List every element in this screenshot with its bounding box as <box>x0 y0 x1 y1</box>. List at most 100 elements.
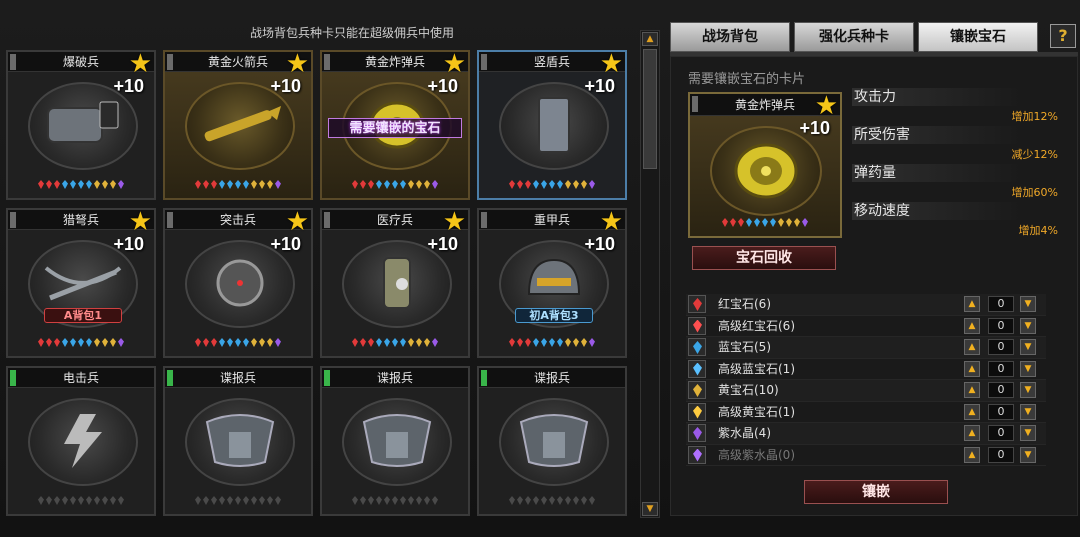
decrease-arrow-icon[interactable]: ▼ <box>1020 446 1036 463</box>
scroll-thumb[interactable] <box>643 49 657 169</box>
gem-slot-icon <box>54 338 60 347</box>
gem-slot-icon <box>352 496 358 505</box>
need-card-label: 需要镶嵌宝石的卡片 <box>688 72 806 87</box>
gem-quantity[interactable]: 0 <box>988 339 1014 355</box>
tab-inlay-gem[interactable]: 镶嵌宝石 <box>918 22 1038 52</box>
gem-row: 蓝宝石(5) ▲ 0 ▼ <box>686 337 1046 359</box>
decrease-arrow-icon[interactable]: ▼ <box>1020 425 1036 441</box>
soldier-card[interactable]: 突击兵 ★ +10 <box>163 208 313 358</box>
star-icon: ★ <box>285 207 309 237</box>
grid-scrollbar[interactable]: ▲ ▼ <box>640 30 660 518</box>
soldier-card[interactable]: 谍报兵 <box>163 366 313 516</box>
selected-card: 黄金炸弹兵 ★ +10 <box>688 92 842 238</box>
gem-icon <box>688 445 706 464</box>
gem-slot-icon <box>211 180 217 189</box>
gem-slot-icon <box>195 338 201 347</box>
lightning-icon <box>64 414 102 468</box>
gem-quantity[interactable]: 0 <box>988 446 1014 463</box>
gem-slot-icon <box>94 180 100 189</box>
soldier-card[interactable]: 医疗兵 ★ +10 <box>320 208 470 358</box>
scroll-down-arrow-icon[interactable]: ▼ <box>642 502 658 516</box>
gem-slot-icon <box>227 496 233 505</box>
decrease-arrow-icon[interactable]: ▼ <box>1020 403 1036 420</box>
soldier-card[interactable]: 谍报兵 <box>320 366 470 516</box>
gem-row: 高级红宝石(6) ▲ 0 ▼ <box>686 316 1046 337</box>
gem-slot-icon <box>78 338 84 347</box>
gem-slot-icon <box>211 496 217 505</box>
tab-battle-backpack[interactable]: 战场背包 <box>670 22 790 52</box>
gem-slot-icon <box>259 496 265 505</box>
gem-slots <box>165 180 311 192</box>
increase-arrow-icon[interactable]: ▲ <box>964 446 980 463</box>
soldier-card[interactable]: 爆破兵 ★ +10 <box>6 50 156 200</box>
gem-slot-icon <box>432 338 438 347</box>
gem-slot-icon <box>94 496 100 505</box>
stat-label: 弹药量 <box>852 164 1022 182</box>
lock-indicator <box>481 212 487 228</box>
gem-row: 高级蓝宝石(1) ▲ 0 ▼ <box>686 359 1046 380</box>
gem-slots <box>8 180 154 192</box>
gem-slot-icon <box>509 496 515 505</box>
gem-slot-icon <box>368 338 374 347</box>
gem-quantity[interactable]: 0 <box>988 360 1014 377</box>
gem-slot-icon <box>392 496 398 505</box>
soldier-card[interactable]: 黄金炸弹兵 ★ +10 需要镶嵌的宝石 <box>320 50 470 200</box>
increase-arrow-icon[interactable]: ▲ <box>964 382 980 398</box>
recycle-gem-button[interactable]: 宝石回收 <box>692 246 836 270</box>
stat-label: 移动速度 <box>852 202 1022 220</box>
gem-quantity[interactable]: 0 <box>988 317 1014 334</box>
decrease-arrow-icon[interactable]: ▼ <box>1020 382 1036 398</box>
gem-slot-icon <box>557 338 563 347</box>
soldier-card[interactable]: 猎弩兵 ★ +10 A背包1 <box>6 208 156 358</box>
gem-slot-icon <box>275 496 281 505</box>
decrease-arrow-icon[interactable]: ▼ <box>1020 339 1036 355</box>
lock-indicator <box>10 370 16 386</box>
gem-slot-icon <box>275 338 281 347</box>
scroll-up-arrow-icon[interactable]: ▲ <box>642 32 658 46</box>
gem-slot-icon <box>243 180 249 189</box>
star-icon: ★ <box>814 91 838 121</box>
increase-arrow-icon[interactable]: ▲ <box>964 360 980 377</box>
stat-row: 攻击力 增加12% <box>852 88 1072 126</box>
gem-slot-icon <box>738 218 744 227</box>
gem-slot-icon <box>203 496 209 505</box>
soldier-card[interactable]: 谍报兵 <box>477 366 627 516</box>
gem-icon <box>688 402 706 421</box>
gem-slot-icon <box>392 338 398 347</box>
gem-slot-icon <box>211 338 217 347</box>
gem-slot-icon <box>118 496 124 505</box>
star-icon: ★ <box>128 207 152 237</box>
gem-slot-icon <box>251 496 257 505</box>
gem-quantity[interactable]: 0 <box>988 403 1014 420</box>
decrease-arrow-icon[interactable]: ▼ <box>1020 317 1036 334</box>
gem-slots <box>322 180 468 192</box>
gem-slot-icon <box>368 180 374 189</box>
decrease-arrow-icon[interactable]: ▼ <box>1020 360 1036 377</box>
gem-slot-icon <box>424 496 430 505</box>
tab-enhance-card[interactable]: 强化兵种卡 <box>794 22 914 52</box>
gem-icon <box>688 295 706 313</box>
soldier-card[interactable]: 黄金火箭兵 ★ +10 <box>163 50 313 200</box>
increase-arrow-icon[interactable]: ▲ <box>964 317 980 334</box>
soldier-card[interactable]: 重甲兵 ★ +10 初A背包3 <box>477 208 627 358</box>
help-button[interactable]: ? <box>1050 24 1076 48</box>
bomb-icon <box>734 143 798 199</box>
increase-arrow-icon[interactable]: ▲ <box>964 403 980 420</box>
increase-arrow-icon[interactable]: ▲ <box>964 296 980 312</box>
soldier-card[interactable]: 竖盾兵 ★ +10 <box>477 50 627 200</box>
gem-slot-icon <box>46 496 52 505</box>
helmet-icon <box>527 258 581 295</box>
decrease-arrow-icon[interactable]: ▼ <box>1020 296 1036 312</box>
gem-slot-icon <box>376 496 382 505</box>
soldier-card[interactable]: 电击兵 <box>6 366 156 516</box>
gem-slot-icon <box>392 180 398 189</box>
increase-arrow-icon[interactable]: ▲ <box>964 425 980 441</box>
gem-quantity[interactable]: 0 <box>988 382 1014 398</box>
inlay-button[interactable]: 镶嵌 <box>804 480 948 504</box>
gem-slot-icon <box>517 338 523 347</box>
increase-arrow-icon[interactable]: ▲ <box>964 339 980 355</box>
gem-quantity[interactable]: 0 <box>988 425 1014 441</box>
gem-slot-icon <box>762 218 768 227</box>
gem-quantity[interactable]: 0 <box>988 296 1014 312</box>
gem-slot-icon <box>408 180 414 189</box>
